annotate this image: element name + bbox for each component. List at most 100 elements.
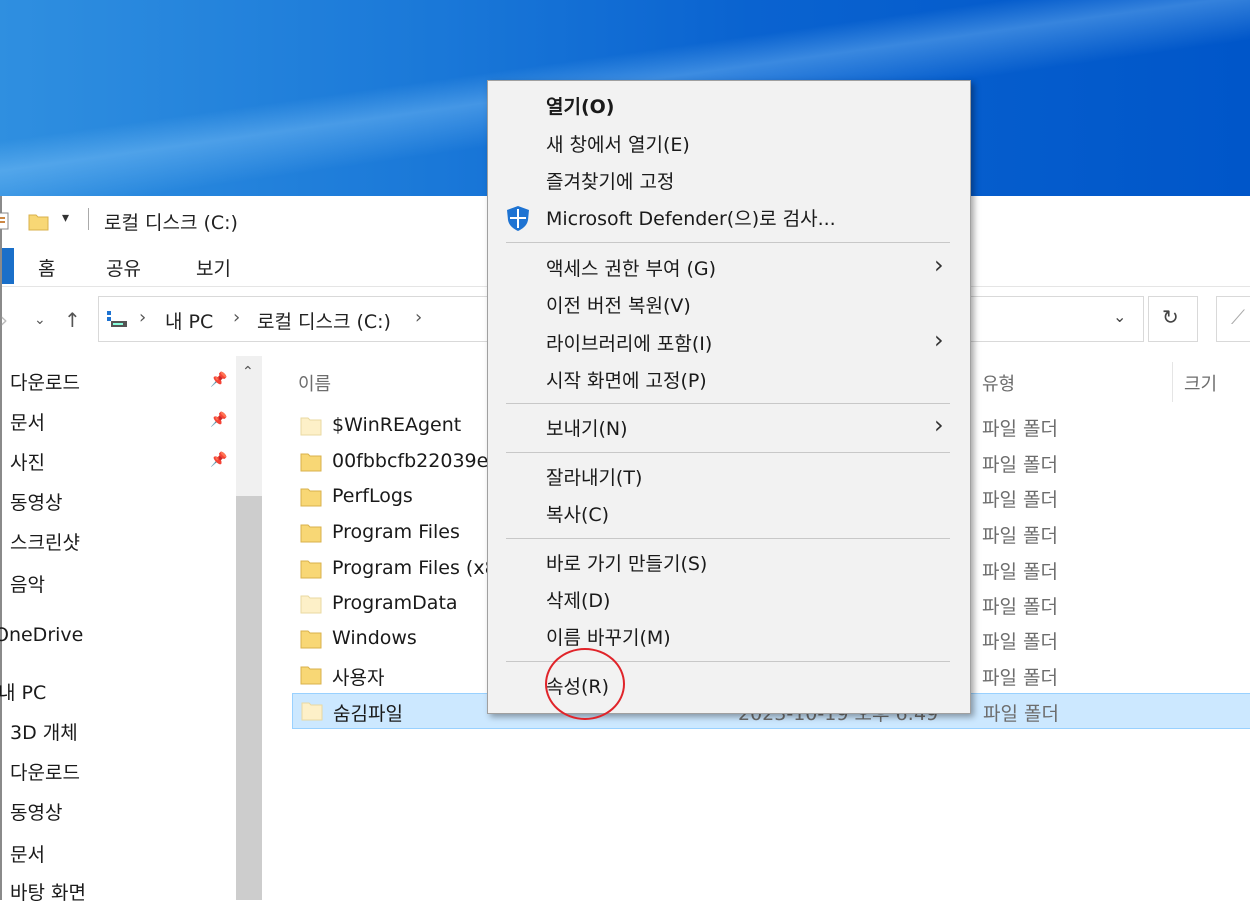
folder-light-icon (300, 594, 322, 614)
menu-item-open-new-window[interactable]: 새 창에서 열기(E) (488, 125, 970, 161)
tab-view[interactable]: 보기 (196, 254, 231, 281)
column-header-type[interactable]: 유형 (982, 370, 1015, 396)
nav-item-music[interactable]: 음악 (10, 570, 45, 597)
submenu-arrow-icon: › (934, 326, 944, 354)
file-type: 파일 폴더 (982, 489, 1058, 511)
file-name: Windows (332, 627, 417, 649)
menu-item-create-shortcut[interactable]: 바로 가기 만들기(S) (488, 544, 970, 580)
menu-item-label: 보내기(N) (546, 418, 628, 440)
file-type: 파일 폴더 (983, 703, 1059, 725)
menu-item-label: 이름 바꾸기(M) (546, 627, 671, 649)
file-type: 파일 폴더 (982, 667, 1058, 689)
file-name: 숨김파일 (333, 703, 403, 725)
breadcrumb-separator-icon: › (415, 307, 423, 328)
menu-item-label: 시작 화면에 고정(P) (546, 370, 707, 392)
back-arrow-icon[interactable]: › (0, 308, 8, 332)
nav-item-videos[interactable]: 동영상 (10, 798, 62, 825)
menu-item-cut[interactable]: 잘라내기(T) (488, 458, 970, 494)
nav-item-documents-pinned[interactable]: 문서 (10, 408, 45, 435)
file-type: 파일 폴더 (982, 561, 1058, 583)
menu-item-label: 라이브러리에 포함(I) (546, 333, 713, 355)
nav-item-videos-quick[interactable]: 동영상 (10, 488, 62, 515)
nav-item-onedrive[interactable]: OneDrive (0, 624, 83, 646)
pin-icon: 📌 (210, 452, 228, 468)
menu-item-restore-previous-versions[interactable]: 이전 버전 복원(V) (488, 286, 970, 322)
nav-item-this-pc[interactable]: 내 PC (0, 678, 46, 705)
breadcrumb-this-pc[interactable]: 내 PC (165, 307, 213, 334)
nav-scrollbar-thumb[interactable] (236, 496, 262, 900)
column-header-name[interactable]: 이름 (298, 370, 331, 396)
menu-item-label: 바로 가기 만들기(S) (546, 553, 708, 575)
file-name: 사용자 (332, 667, 385, 689)
submenu-arrow-icon: › (934, 411, 944, 439)
menu-item-give-access[interactable]: 액세스 권한 부여 (G) › (488, 249, 970, 285)
menu-item-label: 잘라내기(T) (546, 467, 643, 489)
menu-item-label: 즐겨찾기에 고정 (546, 171, 675, 193)
breadcrumb-local-disk[interactable]: 로컬 디스크 (C:) (257, 307, 391, 334)
column-separator[interactable] (1172, 362, 1173, 402)
menu-item-label: 복사(C) (546, 504, 610, 526)
breadcrumb-separator-icon: › (233, 307, 241, 328)
file-name: ProgramData (332, 592, 458, 614)
submenu-arrow-icon: › (934, 251, 944, 279)
menu-item-label: Microsoft Defender(으)로 검사... (546, 208, 836, 230)
this-pc-icon (105, 309, 129, 333)
column-header-size[interactable]: 크기 (1184, 370, 1217, 396)
folder-light-icon (301, 701, 323, 721)
defender-shield-icon (504, 204, 532, 232)
folder-icon (300, 487, 322, 507)
folder-icon (300, 452, 322, 472)
nav-item-pictures-pinned[interactable]: 사진 (10, 448, 45, 475)
context-menu: 열기(O) 새 창에서 열기(E) 즐겨찾기에 고정 Microsoft Def… (487, 80, 971, 714)
folder-icon (300, 629, 322, 649)
folder-icon (300, 559, 322, 579)
search-box[interactable]: ⟋ (1216, 296, 1250, 342)
menu-item-defender-scan[interactable]: Microsoft Defender(으)로 검사... (488, 199, 970, 235)
nav-item-desktop[interactable]: 바탕 화면 (10, 878, 86, 905)
refresh-icon: ↻ (1162, 305, 1179, 329)
recent-locations-chevron-icon[interactable]: ⌄ (34, 312, 46, 328)
menu-item-delete[interactable]: 삭제(D) (488, 581, 970, 617)
menu-separator (506, 242, 950, 243)
menu-item-open[interactable]: 열기(O) (488, 87, 970, 123)
file-name: 00fbbcfb22039el (332, 450, 494, 472)
nav-item-3d-objects[interactable]: 3D 개체 (10, 718, 78, 745)
folder-light-icon (300, 416, 322, 436)
file-name: $WinREAgent (332, 414, 462, 436)
file-type: 파일 폴더 (982, 418, 1058, 440)
pin-icon: 📌 (210, 412, 228, 428)
title-divider (88, 208, 89, 230)
tab-share[interactable]: 공유 (106, 254, 141, 281)
tab-file[interactable] (2, 248, 14, 284)
menu-item-pin-quick-access[interactable]: 즐겨찾기에 고정 (488, 162, 970, 198)
menu-item-send-to[interactable]: 보내기(N) › (488, 409, 970, 445)
menu-item-include-in-library[interactable]: 라이브러리에 포함(I) › (488, 324, 970, 360)
up-arrow-icon[interactable]: ↑ (64, 308, 81, 332)
menu-item-label: 삭제(D) (546, 590, 611, 612)
scroll-up-arrow-icon[interactable]: ⌃ (242, 364, 254, 380)
menu-item-label: 새 창에서 열기(E) (546, 134, 690, 156)
tab-home[interactable]: 홈 (38, 254, 55, 281)
nav-item-downloads[interactable]: 다운로드 (10, 758, 80, 785)
nav-item-screenshots[interactable]: 스크린샷 (10, 528, 80, 555)
pin-icon: 📌 (210, 372, 228, 388)
properties-icon[interactable] (0, 210, 14, 232)
menu-item-rename[interactable]: 이름 바꾸기(M) (488, 618, 970, 654)
file-type: 파일 폴더 (982, 631, 1058, 653)
file-name: PerfLogs (332, 485, 413, 507)
file-type: 파일 폴더 (982, 525, 1058, 547)
new-folder-icon[interactable] (28, 210, 49, 232)
address-history-chevron-icon[interactable]: ⌄ (1113, 307, 1126, 326)
menu-item-label: 액세스 권한 부여 (G) (546, 258, 717, 280)
nav-item-downloads-pinned[interactable]: 다운로드 (10, 368, 80, 395)
folder-icon (300, 665, 322, 685)
breadcrumb-separator-icon: › (139, 307, 147, 328)
refresh-button[interactable]: ↻ (1148, 296, 1198, 342)
file-name: Program Files (332, 521, 460, 543)
file-type: 파일 폴더 (982, 454, 1058, 476)
nav-item-documents[interactable]: 문서 (10, 840, 45, 867)
menu-item-pin-to-start[interactable]: 시작 화면에 고정(P) (488, 361, 970, 397)
file-type: 파일 폴더 (982, 596, 1058, 618)
quick-access-dropdown-icon[interactable]: ▾ (62, 210, 69, 226)
menu-item-copy[interactable]: 복사(C) (488, 495, 970, 531)
